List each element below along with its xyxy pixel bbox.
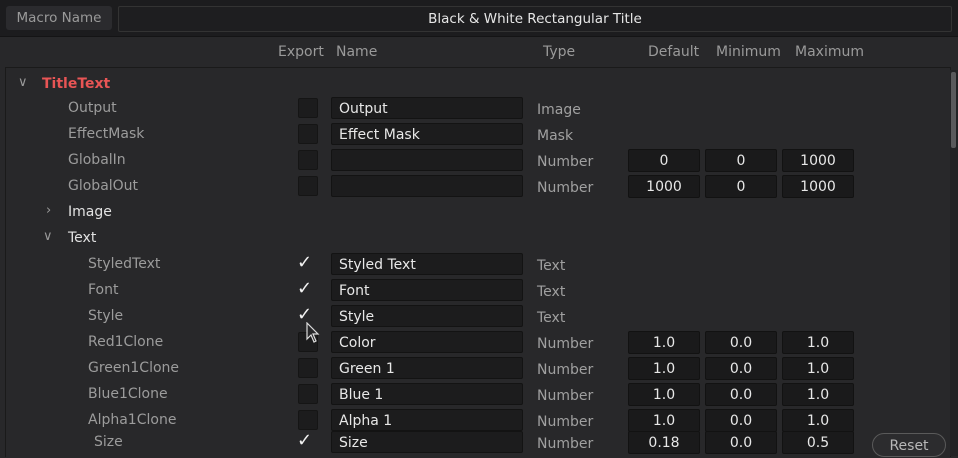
minimum-field[interactable]: 0.0 [705,409,777,432]
maximum-field[interactable]: 1.0 [782,409,854,432]
group-row-image[interactable]: › Image [6,200,950,226]
checkmark-icon[interactable]: ✓ [297,252,312,273]
param-row: GlobalOut Number 1000 0 1000 [6,174,950,200]
param-name-field[interactable]: Color [331,331,523,353]
export-checkbox[interactable] [298,358,318,378]
param-name-field[interactable]: Size [331,431,523,453]
param-name-field[interactable]: Font [331,279,523,301]
default-field[interactable]: 1.0 [628,357,700,380]
param-row: Blue1Clone Blue 1 Number 1.0 0.0 1.0 [6,382,950,408]
param-name-field[interactable]: Output [331,97,523,119]
param-name-field[interactable]: Styled Text [331,253,523,275]
param-name-field[interactable]: Effect Mask [331,123,523,145]
param-type: Number [537,362,594,378]
param-label: Alpha1Clone [88,412,177,428]
param-type: Number [537,154,594,170]
chevron-down-icon[interactable]: ∨ [18,75,28,90]
export-checkbox[interactable] [298,150,318,170]
minimum-field[interactable]: 0 [705,175,777,198]
checkmark-icon[interactable]: ✓ [297,278,312,299]
param-label: StyledText [88,256,161,272]
param-row: Output Output Image [6,96,950,122]
maximum-field[interactable]: 1000 [782,175,854,198]
default-field[interactable]: 1.0 [628,383,700,406]
param-type: Text [537,258,566,274]
param-row: Font ✓ Font Text [6,278,950,304]
param-label: Red1Clone [88,334,164,350]
param-name-field[interactable]: Alpha 1 [331,409,523,431]
macro-name-label: Macro Name [6,6,112,30]
param-label: GlobalOut [68,178,139,194]
minimum-field[interactable]: 0.0 [705,383,777,406]
default-field[interactable]: 1000 [628,175,700,198]
default-field[interactable]: 0.18 [628,431,700,454]
group-row-titletext[interactable]: ∨ TitleText [6,72,950,98]
pointer-cursor-icon [306,322,320,343]
param-type: Text [537,284,566,300]
scrollbar-thumb[interactable] [951,72,956,148]
minimum-field[interactable]: 0.0 [705,431,777,454]
default-field[interactable]: 1.0 [628,331,700,354]
param-type: Number [537,436,594,452]
group-label-text: Text [68,230,97,246]
maximum-field[interactable]: 1.0 [782,357,854,380]
param-type: Number [537,414,594,430]
reset-button[interactable]: Reset [872,433,946,457]
param-name-field[interactable]: Style [331,305,523,327]
maximum-field[interactable]: 1000 [782,149,854,172]
param-name-field[interactable] [331,149,523,171]
param-label: Font [88,282,119,298]
param-type: Mask [537,128,574,144]
default-field[interactable]: 1.0 [628,409,700,432]
param-row: Green1Clone Green 1 Number 1.0 0.0 1.0 [6,356,950,382]
param-label: GlobalIn [68,152,126,168]
param-label: Size [94,434,123,450]
header-type: Type [543,44,576,60]
param-label: Output [68,100,117,116]
param-row: EffectMask Effect Mask Mask [6,122,950,148]
minimum-field[interactable]: 0.0 [705,357,777,380]
param-row: Style ✓ Style Text [6,304,950,330]
param-row: Red1Clone Color Number 1.0 0.0 1.0 [6,330,950,356]
param-row: StyledText ✓ Styled Text Text [6,252,950,278]
chevron-right-icon[interactable]: › [46,203,51,218]
param-type: Text [537,310,566,326]
chevron-down-icon[interactable]: ∨ [43,229,53,244]
param-type: Number [537,180,594,196]
minimum-field[interactable]: 0 [705,149,777,172]
param-name-field[interactable]: Green 1 [331,357,523,379]
group-label-image: Image [68,204,112,220]
param-name-field[interactable]: Blue 1 [331,383,523,405]
param-label: Blue1Clone [88,386,168,402]
param-label: Green1Clone [88,360,180,376]
export-checkbox[interactable] [298,124,318,144]
maximum-field[interactable]: 1.0 [782,383,854,406]
default-field[interactable]: 0 [628,149,700,172]
header-default: Default [648,44,700,60]
param-row: GlobalIn Number 0 0 1000 [6,148,950,174]
macro-name-field[interactable]: Black & White Rectangular Title [118,6,952,32]
minimum-field[interactable]: 0.0 [705,331,777,354]
param-type: Number [537,336,594,352]
checkmark-icon[interactable]: ✓ [297,430,312,451]
param-type: Number [537,388,594,404]
group-row-text[interactable]: ∨ Text [6,226,950,252]
export-checkbox[interactable] [298,98,318,118]
group-label-titletext: TitleText [42,76,111,92]
param-label: EffectMask [68,126,145,142]
header-export: Export [278,44,324,60]
param-label: Style [88,308,124,324]
export-checkbox[interactable] [298,410,318,430]
header-maximum: Maximum [795,44,864,60]
param-row: Size ✓ Size Number 0.18 0.0 0.5 Reset [6,430,950,457]
param-name-field[interactable] [331,175,523,197]
export-checkbox[interactable] [298,176,318,196]
export-checkbox[interactable] [298,384,318,404]
maximum-field[interactable]: 1.0 [782,331,854,354]
param-type: Image [537,102,581,118]
header-name: Name [336,44,378,60]
macro-name-bar: Macro Name Black & White Rectangular Tit… [0,0,958,37]
maximum-field[interactable]: 0.5 [782,431,854,454]
header-minimum: Minimum [716,44,781,60]
